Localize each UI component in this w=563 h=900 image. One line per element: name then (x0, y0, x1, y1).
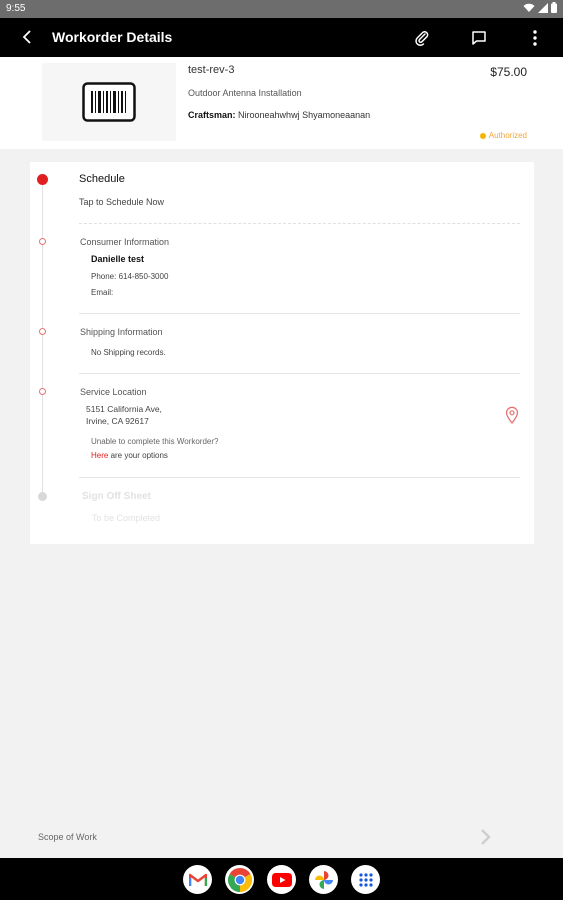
gmail-icon (188, 873, 207, 886)
shipping-note: No Shipping records. (91, 348, 166, 357)
scope-of-work-row[interactable]: Scope of Work (0, 820, 563, 858)
signoff-subtitle: To be Completed (92, 513, 161, 523)
status-dot-icon (479, 132, 486, 139)
workorder-header[interactable]: test-rev-3 Outdoor Antenna Installation … (0, 57, 563, 149)
photos-icon (314, 870, 333, 889)
consumer-title: Consumer Information (80, 237, 170, 247)
signal-icon (538, 2, 548, 13)
options-text: are your options (108, 451, 168, 460)
navigation-bar (0, 858, 563, 900)
app-bar: Workorder Details (0, 18, 563, 57)
comment-icon (472, 31, 486, 45)
workorder-service: Outdoor Antenna Installation (188, 88, 302, 98)
status-label: Authorized (488, 131, 527, 140)
consumer-step-icon (39, 238, 46, 245)
here-link[interactable]: Here (91, 451, 108, 460)
status-badge: Authorized (479, 131, 527, 140)
timeline-line (42, 180, 43, 498)
help-text: Unable to complete this Workorder? (91, 437, 219, 446)
barcode-icon (82, 82, 136, 122)
chevron-right-icon (481, 829, 491, 845)
consumer-email: Email: (91, 288, 114, 297)
divider (79, 477, 520, 478)
more-vert-icon (533, 30, 537, 46)
location-title: Service Location (80, 387, 147, 397)
schedule-cta[interactable]: Tap to Schedule Now (79, 197, 164, 207)
chrome-icon (227, 867, 252, 892)
address-line1: 5151 California Ave, (86, 404, 162, 414)
photos-app[interactable] (309, 865, 338, 894)
scope-of-work-label: Scope of Work (38, 832, 97, 842)
craftsman-info: Craftsman: Nirooneahwhwj Shyamoneaanan (188, 110, 370, 120)
workorder-thumbnail (42, 63, 176, 141)
attachment-button[interactable] (410, 26, 434, 50)
location-step-icon (39, 388, 46, 395)
back-arrow-icon (22, 30, 31, 44)
app-drawer-icon (358, 872, 373, 887)
divider (79, 313, 520, 314)
gmail-app[interactable] (183, 865, 212, 894)
address-line2: Irvine, CA 92617 (86, 416, 149, 426)
divider (79, 373, 520, 374)
battery-icon (551, 2, 557, 13)
craftsman-name: Nirooneahwhwj Shyamoneaanan (238, 110, 371, 120)
system-icons (523, 2, 557, 13)
back-button[interactable] (16, 26, 38, 48)
status-time: 9:55 (6, 3, 26, 14)
youtube-app[interactable] (267, 865, 296, 894)
craftsman-label: Craftsman: (188, 110, 236, 120)
status-bar: 9:55 (0, 0, 563, 18)
workorder-price: $75.00 (490, 65, 527, 79)
consumer-name: Danielle test (91, 254, 145, 264)
shipping-step-icon (39, 328, 46, 335)
page-title: Workorder Details (52, 29, 173, 45)
location-pin-icon[interactable] (505, 406, 519, 424)
wifi-icon (523, 3, 535, 12)
schedule-step-icon (37, 174, 48, 185)
workorder-name: test-rev-3 (188, 64, 235, 76)
signoff-step-icon (38, 492, 47, 501)
options-line: Here are your options (91, 451, 168, 460)
more-options-button[interactable] (523, 26, 547, 50)
schedule-title: Schedule (79, 173, 125, 185)
divider (79, 223, 520, 224)
comment-button[interactable] (467, 26, 491, 50)
consumer-phone[interactable]: Phone: 614-850-3000 (91, 272, 168, 281)
workorder-timeline: Schedule Tap to Schedule Now Consumer In… (30, 162, 534, 544)
signoff-title: Sign Off Sheet (82, 491, 151, 502)
paperclip-icon (415, 31, 429, 46)
app-drawer[interactable] (351, 865, 380, 894)
youtube-icon (271, 872, 292, 887)
shipping-title: Shipping Information (80, 327, 163, 337)
chrome-app[interactable] (225, 865, 254, 894)
